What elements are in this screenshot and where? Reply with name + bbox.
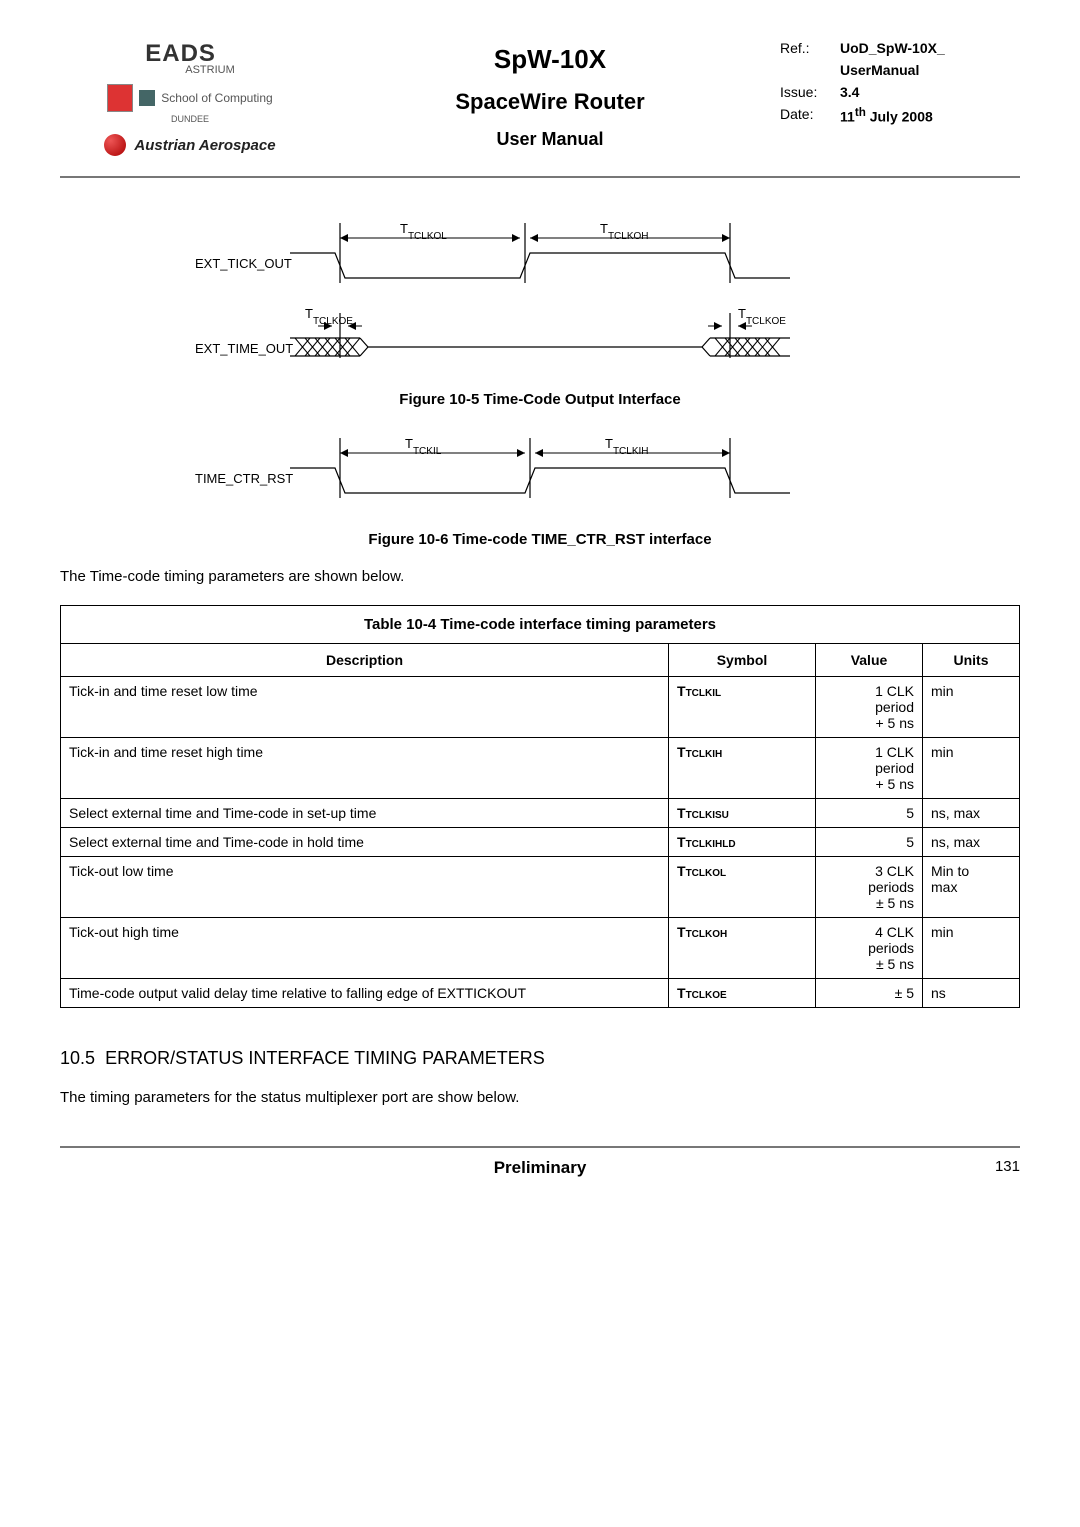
date-value: 11th July 2008	[840, 106, 933, 125]
cell-symbol: TTCLKOH	[669, 918, 816, 979]
figure-caption-2: Figure 10-6 Time-code TIME_CTR_RST inter…	[60, 531, 1020, 548]
date-label: Date:	[780, 106, 840, 125]
header-center: SpW-10X SpaceWire Router User Manual	[320, 40, 780, 156]
paragraph-1: The Time-code timing parameters are show…	[60, 568, 1020, 585]
cell-desc: Tick-in and time reset low time	[61, 677, 669, 738]
cell-symbol: TTCLKOL	[669, 857, 816, 918]
austrian-label: Austrian Aerospace	[134, 137, 275, 154]
th-desc: Description	[61, 644, 669, 677]
crest-icon	[107, 84, 133, 112]
austrian-logo: Austrian Aerospace	[104, 134, 275, 156]
timing-params-table: Table 10-4 Time-code interface timing pa…	[60, 605, 1020, 1008]
table-row: Select external time and Time-code in ho…	[61, 828, 1020, 857]
ref-value: UoD_SpW-10X_	[840, 40, 945, 56]
table-row: Tick-out low timeTTCLKOL3 CLKperiods± 5 …	[61, 857, 1020, 918]
table-caption: Table 10-4 Time-code interface timing pa…	[60, 605, 1020, 643]
section-title: ERROR/STATUS INTERFACE TIMING PARAMETERS	[105, 1048, 545, 1068]
cell-unit: ns	[923, 979, 1020, 1008]
cell-unit: min	[923, 918, 1020, 979]
figure-caption-1: Figure 10-5 Time-Code Output Interface	[60, 391, 1020, 408]
title-sub2: User Manual	[320, 129, 780, 150]
cell-symbol: TTCLKIH	[669, 738, 816, 799]
section-heading: 10.5 ERROR/STATUS INTERFACE TIMING PARAM…	[60, 1048, 1020, 1069]
chip-icon	[139, 90, 155, 106]
header-block: EADS ASTRIUM School of Computing DUNDEE …	[60, 40, 1020, 178]
table-row: Select external time and Time-code in se…	[61, 799, 1020, 828]
th-value: Value	[816, 644, 923, 677]
title-sub: SpaceWire Router	[320, 89, 780, 115]
table-row: Tick-in and time reset high timeTTCLKIH1…	[61, 738, 1020, 799]
issue-value: 3.4	[840, 84, 859, 100]
sig-time-ctr-rst: TIME_CTR_RST	[195, 471, 293, 486]
sig-ext-time-out: EXT_TIME_OUT	[195, 341, 293, 356]
issue-label: Issue:	[780, 84, 840, 100]
cell-value: ± 5	[816, 979, 923, 1008]
th-symbol: Symbol	[669, 644, 816, 677]
cell-value: 5	[816, 799, 923, 828]
th-units: Units	[923, 644, 1020, 677]
sig-ext-tick-out: EXT_TICK_OUT	[195, 256, 292, 271]
cell-value: 3 CLKperiods± 5 ns	[816, 857, 923, 918]
cell-symbol: TTCLKOE	[669, 979, 816, 1008]
paragraph-2: The timing parameters for the status mul…	[60, 1089, 1020, 1106]
svg-text:TTCLKOH: TTCLKOH	[600, 221, 649, 242]
school-logo: School of Computing	[107, 84, 272, 112]
cell-value: 1 CLKperiod+ 5 ns	[816, 677, 923, 738]
footer: Preliminary 131	[60, 1146, 1020, 1178]
ref-value2: UserManual	[840, 62, 919, 78]
globe-icon	[104, 134, 126, 156]
footer-center: Preliminary	[494, 1158, 587, 1178]
cell-symbol: TTCLKIHLD	[669, 828, 816, 857]
timing-diagram-2: TTCKIL TTCLKIH TIME_CTR_RST	[190, 428, 890, 511]
cell-unit: min	[923, 738, 1020, 799]
timing-diagram-1: TTCLKOL TTCLKOH EXT_TICK_OUT TTCLKOE TTC…	[190, 208, 890, 371]
cell-unit: min	[923, 677, 1020, 738]
cell-symbol: TTCLKIL	[669, 677, 816, 738]
school-label: School of Computing	[161, 91, 272, 105]
ref-label: Ref.:	[780, 40, 840, 56]
table-row: Time-code output valid delay time relati…	[61, 979, 1020, 1008]
header-right: Ref.: UoD_SpW-10X_ UserManual Issue: 3.4…	[780, 40, 1020, 156]
table-row: Tick-in and time reset low timeTTCLKIL1 …	[61, 677, 1020, 738]
footer-page: 131	[995, 1158, 1020, 1175]
cell-desc: Tick-out low time	[61, 857, 669, 918]
cell-desc: Time-code output valid delay time relati…	[61, 979, 669, 1008]
cell-value: 1 CLKperiod+ 5 ns	[816, 738, 923, 799]
cell-desc: Tick-out high time	[61, 918, 669, 979]
cell-symbol: TTCLKISU	[669, 799, 816, 828]
cell-desc: Select external time and Time-code in ho…	[61, 828, 669, 857]
title-main: SpW-10X	[320, 44, 780, 75]
cell-value: 4 CLKperiods± 5 ns	[816, 918, 923, 979]
section-num: 10.5	[60, 1048, 95, 1068]
cell-desc: Tick-in and time reset high time	[61, 738, 669, 799]
cell-desc: Select external time and Time-code in se…	[61, 799, 669, 828]
cell-unit: ns, max	[923, 828, 1020, 857]
cell-value: 5	[816, 828, 923, 857]
svg-text:TTCLKOL: TTCLKOL	[400, 221, 447, 242]
astrium-logo: ASTRIUM	[185, 64, 235, 76]
header-left: EADS ASTRIUM School of Computing DUNDEE …	[60, 40, 320, 156]
cell-unit: ns, max	[923, 799, 1020, 828]
table-row: Tick-out high timeTTCLKOH4 CLKperiods± 5…	[61, 918, 1020, 979]
cell-unit: Min tomax	[923, 857, 1020, 918]
svg-text:TTCLKOE: TTCLKOE	[305, 306, 353, 327]
dundee-label: DUNDEE	[171, 114, 209, 124]
